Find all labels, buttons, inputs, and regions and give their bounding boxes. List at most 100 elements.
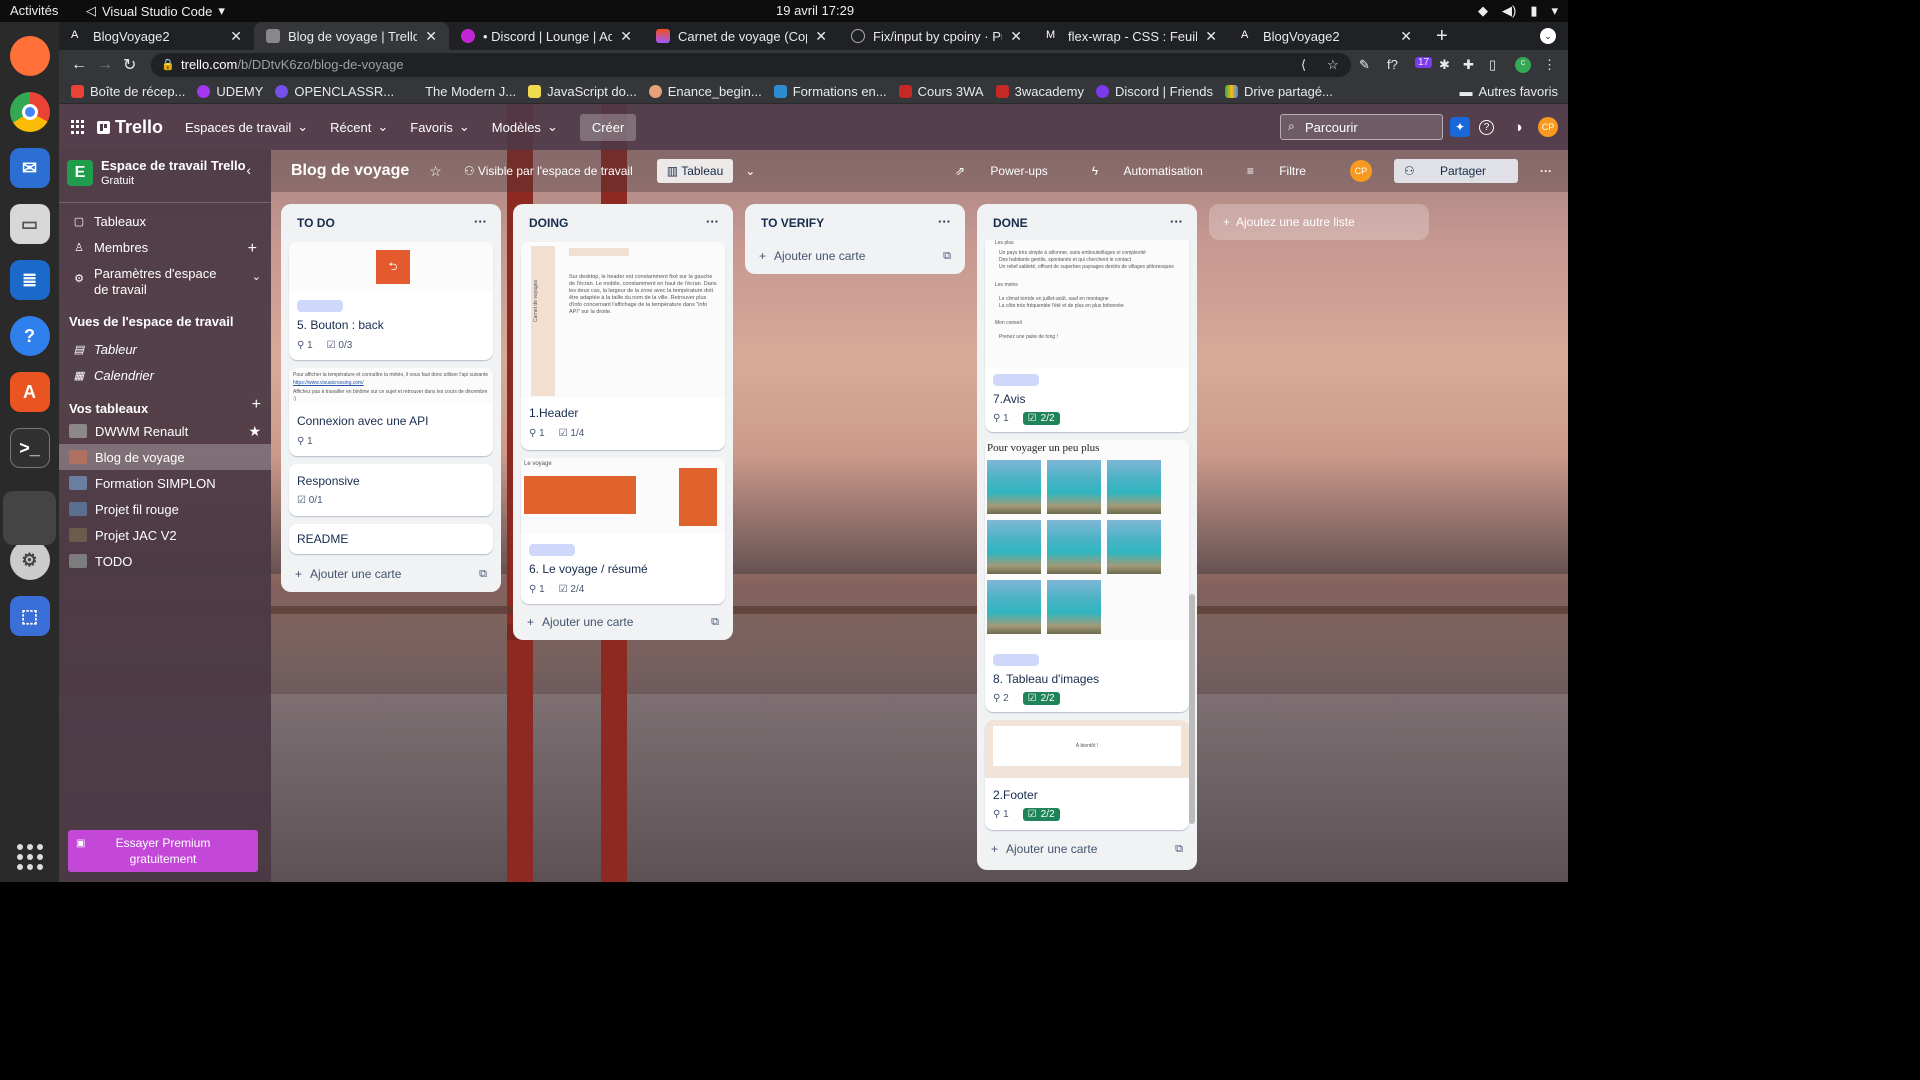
- star-icon[interactable]: ★: [248, 423, 261, 440]
- forward-icon[interactable]: →: [97, 56, 113, 74]
- card[interactable]: Carnet de voyages Sur desktop, le header…: [521, 242, 725, 450]
- add-card-button[interactable]: + Ajouter une carte: [759, 249, 865, 263]
- card-label[interactable]: [993, 374, 1039, 386]
- add-board-icon[interactable]: +: [252, 396, 261, 414]
- firefox-icon[interactable]: [9, 36, 50, 76]
- sidebar-board[interactable]: Formation SIMPLON: [59, 470, 271, 496]
- card[interactable]: Responsive ☑ 0/1: [289, 464, 493, 516]
- card[interactable]: Le voyage 6. Le voyage / résumé ⚲ 1 ☑ 2/…: [521, 458, 725, 604]
- star-icon[interactable]: ☆: [429, 163, 442, 180]
- list-menu-icon[interactable]: ···: [706, 214, 719, 229]
- settings-icon[interactable]: ⚙: [9, 540, 50, 580]
- card-label[interactable]: [993, 654, 1039, 666]
- automation-button[interactable]: ϟ Automatisation: [1092, 164, 1225, 178]
- bookmark-item[interactable]: The Modern J...: [406, 84, 516, 99]
- close-icon[interactable]: ✕: [230, 28, 242, 45]
- card-label[interactable]: [529, 544, 575, 556]
- bookmark-item[interactable]: Formations en...: [773, 84, 887, 99]
- browser-tab-active[interactable]: Blog de voyage | Trello ✕: [254, 22, 449, 50]
- bookmark-item[interactable]: JavaScript do...: [528, 84, 637, 99]
- browser-tab[interactable]: Fix/input by cpoiny · Pull F ✕: [839, 22, 1034, 50]
- premium-trial-button[interactable]: ▣ Essayer Premium gratuitement: [68, 830, 258, 872]
- card-template-icon[interactable]: ⧉: [479, 568, 487, 581]
- sidebar-item-settings[interactable]: ⚙ Paramètres d'espace de travail: [73, 266, 233, 298]
- sidebar-board[interactable]: Projet fil rouge: [59, 496, 271, 522]
- list-menu-icon[interactable]: ···: [1170, 214, 1183, 229]
- sidebar-view-table[interactable]: ▤ Tableur: [73, 342, 257, 357]
- system-tray[interactable]: ◆ ◀) ▮ ▾: [1478, 3, 1558, 19]
- extensions-puzzle-icon[interactable]: ✚: [1463, 57, 1474, 73]
- card-template-icon[interactable]: ⧉: [1175, 843, 1183, 856]
- list-title[interactable]: DONE: [993, 216, 1028, 230]
- add-card-button[interactable]: + Ajouter une carte: [527, 615, 633, 629]
- card-label[interactable]: [297, 300, 343, 312]
- bookmark-item[interactable]: 3wacademy: [995, 84, 1084, 99]
- active-app-menu[interactable]: ◁ Visual Studio Code ▾: [86, 3, 225, 19]
- list-title[interactable]: TO VERIFY: [761, 216, 824, 230]
- bookmark-item[interactable]: Enance_begin...: [648, 84, 762, 99]
- app-switcher-icon[interactable]: [71, 120, 85, 134]
- list-scrollbar[interactable]: [1189, 594, 1195, 824]
- extension-badge[interactable]: 17: [1415, 57, 1433, 68]
- sidebar-board[interactable]: Projet JAC V2: [59, 522, 271, 548]
- workspace-header[interactable]: E Espace de travail Trello Gratuit: [67, 158, 263, 194]
- browser-tab[interactable]: Mflex-wrap - CSS : Feuilles d ✕: [1034, 22, 1229, 50]
- list-menu-icon[interactable]: ···: [474, 214, 487, 229]
- card[interactable]: Pour voyager un peu plus 8. Tableau d'im…: [985, 440, 1189, 712]
- back-icon[interactable]: ←: [71, 56, 87, 74]
- powerups-button[interactable]: ⇗ Power-ups: [955, 164, 1070, 178]
- theme-icon[interactable]: ◑: [1508, 117, 1528, 137]
- browser-menu-icon[interactable]: ⋮: [1543, 57, 1556, 73]
- other-bookmarks[interactable]: ▬ Autres favoris: [1460, 84, 1558, 99]
- profile-avatar[interactable]: c: [1515, 57, 1531, 73]
- show-applications-icon[interactable]: [17, 844, 43, 870]
- card-template-icon[interactable]: ⧉: [711, 616, 719, 629]
- sidebar-board-selected[interactable]: Blog de voyage: [59, 444, 271, 470]
- card-template-icon[interactable]: ⧉: [943, 250, 951, 263]
- close-icon[interactable]: ✕: [1205, 28, 1217, 45]
- filter-button[interactable]: ≡ Filtre: [1247, 164, 1328, 178]
- new-tab-button[interactable]: +: [1424, 22, 1460, 50]
- list-title[interactable]: TO DO: [297, 216, 335, 230]
- help-icon[interactable]: ?: [9, 316, 50, 356]
- bookmark-item[interactable]: Cours 3WA: [898, 84, 984, 99]
- bookmark-item[interactable]: UDEMY: [197, 84, 263, 99]
- menu-templates[interactable]: Modèles ⌄: [492, 119, 558, 135]
- bookmark-item[interactable]: Drive partagé...: [1225, 84, 1333, 99]
- create-button[interactable]: Créer: [579, 113, 637, 141]
- list-title[interactable]: DOING: [529, 216, 568, 230]
- menu-starred[interactable]: Favoris ⌄: [410, 119, 470, 135]
- browser-tab[interactable]: • Discord | Lounge | Adam ✕: [449, 22, 644, 50]
- sidebar-view-calendar[interactable]: ▦ Calendrier: [73, 368, 257, 383]
- tab-search-icon[interactable]: ⌄: [1540, 28, 1556, 44]
- member-avatar[interactable]: CP: [1349, 160, 1372, 182]
- menu-workspaces[interactable]: Espaces de travail ⌄: [185, 119, 308, 135]
- add-list-button[interactable]: + Ajoutez une autre liste: [1209, 204, 1429, 240]
- browser-tab[interactable]: Carnet de voyage (Copy) – ✕: [644, 22, 839, 50]
- extension-fx-icon[interactable]: f?: [1387, 57, 1398, 72]
- trello-logo[interactable]: Trello: [97, 117, 163, 138]
- chevron-down-icon[interactable]: ⌄: [252, 270, 261, 283]
- close-icon[interactable]: ✕: [425, 28, 437, 45]
- share-icon[interactable]: ⟨: [1301, 57, 1306, 73]
- files-icon[interactable]: ▭: [9, 204, 50, 244]
- board-title[interactable]: Blog de voyage: [291, 162, 409, 180]
- share-button[interactable]: ⚇ Partager: [1393, 159, 1518, 183]
- bookmark-star-icon[interactable]: ☆: [1327, 57, 1339, 73]
- terminal-icon[interactable]: >_: [9, 428, 50, 468]
- activities-button[interactable]: Activités: [10, 3, 58, 18]
- chrome-icon[interactable]: [9, 92, 50, 132]
- sidebar-item-boards[interactable]: ▢ Tableaux: [73, 214, 257, 229]
- card[interactable]: Pour afficher la température et connaîtr…: [289, 368, 493, 456]
- search-input[interactable]: ⌕ Parcourir: [1280, 114, 1443, 140]
- close-icon[interactable]: ✕: [620, 28, 632, 45]
- card[interactable]: ⮌ 5. Bouton : back ⚲ 1 ☑ 0/3: [289, 242, 493, 360]
- visibility-button[interactable]: ⚇ Visible par l'espace de travail: [464, 164, 633, 178]
- bookmark-item[interactable]: OPENCLASSR...: [275, 84, 394, 99]
- menu-recent[interactable]: Récent ⌄: [330, 119, 388, 135]
- user-avatar[interactable]: CP: [1538, 117, 1558, 137]
- bookmark-item[interactable]: Boîte de récep...: [71, 84, 185, 99]
- sidebar-board[interactable]: TODO: [59, 548, 271, 574]
- close-icon[interactable]: ✕: [1400, 28, 1412, 45]
- view-switcher-board[interactable]: ▥ Tableau: [656, 159, 734, 183]
